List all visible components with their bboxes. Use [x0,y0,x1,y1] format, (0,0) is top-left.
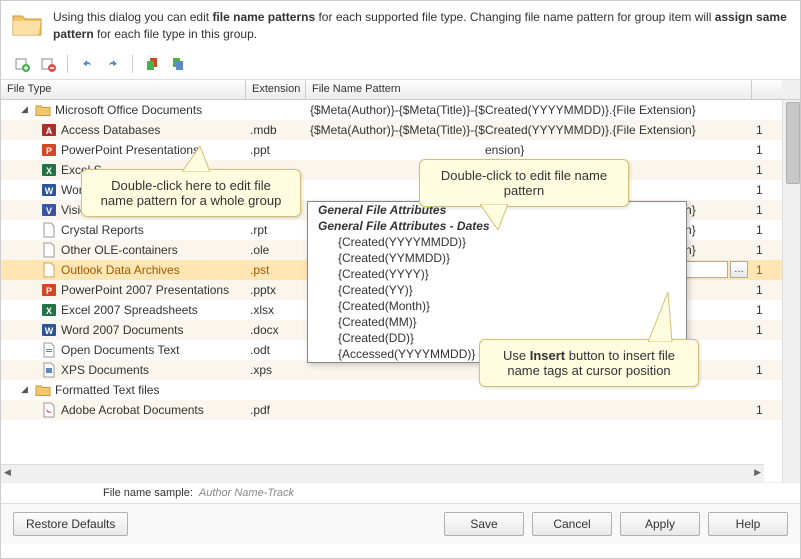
tooltip-insert-button: Use Insert button to insert file name ta… [479,339,699,387]
toolbar-import-icon[interactable] [141,53,163,75]
dropdown-item[interactable]: {Created(YYYYMMDD)} [308,234,686,250]
svg-text:X: X [46,166,52,176]
vertical-scrollbar[interactable] [782,100,800,482]
tooltip-group-edit: Double-click here to edit file name patt… [81,169,301,217]
access-icon: A [41,122,57,138]
horizontal-scrollbar[interactable] [1,464,764,482]
expand-icon[interactable]: ◢ [21,384,31,395]
toolbar-redo-icon[interactable] [102,53,124,75]
apply-button[interactable]: Apply [620,512,700,536]
svg-text:A: A [46,126,53,136]
dropdown-item[interactable]: {Created(YYMMDD)} [308,250,686,266]
dropdown-item[interactable]: {Created(MM)} [308,314,686,330]
help-button[interactable]: Help [708,512,788,536]
powerpoint-icon: P [41,142,57,158]
column-pattern[interactable]: File Name Pattern [306,80,752,99]
dialog-header: Using this dialog you can edit file name… [1,1,800,49]
toolbar-export-icon[interactable] [167,53,189,75]
word-icon: W [41,182,57,198]
word-icon: W [41,322,57,338]
file-name-sample: File name sample: Author Name-Track [1,482,800,503]
svg-text:W: W [45,326,54,336]
save-button[interactable]: Save [444,512,524,536]
svg-text:P: P [46,286,52,296]
file-icon [41,222,57,238]
dropdown-item[interactable]: {Created(YY)} [308,282,686,298]
dropdown-item[interactable]: {Created(YYYY)} [308,266,686,282]
svg-text:X: X [46,306,52,316]
cancel-button[interactable]: Cancel [532,512,612,536]
pattern-insert-button[interactable]: … [730,261,748,278]
powerpoint-icon: P [41,282,57,298]
table-row[interactable]: Adobe Acrobat Documents .pdf 1 [1,400,782,420]
button-bar: Restore Defaults Save Cancel Apply Help [1,503,800,544]
column-filetype[interactable]: File Type [1,80,246,99]
svg-text:V: V [46,206,52,216]
svg-text:P: P [46,146,52,156]
group-row-office[interactable]: ◢Microsoft Office Documents {$Meta(Autho… [1,100,782,120]
tooltip-pattern-edit: Double-click to edit file name pattern [419,159,629,207]
file-icon [41,262,57,278]
toolbar-remove-icon[interactable] [37,53,59,75]
folder-icon [35,102,51,118]
folder-icon [35,382,51,398]
visio-icon: V [41,202,57,218]
toolbar [1,49,800,80]
table-row[interactable]: AAccess Databases .mdb {$Meta(Author)}-{… [1,120,782,140]
odt-icon [41,342,57,358]
column-headers: File Type Extension File Name Pattern [1,80,800,100]
excel-icon: X [41,302,57,318]
restore-defaults-button[interactable]: Restore Defaults [13,512,128,536]
excel-icon: X [41,162,57,178]
column-extension[interactable]: Extension [246,80,306,99]
file-icon [41,242,57,258]
column-count[interactable] [752,80,782,99]
toolbar-add-icon[interactable] [11,53,33,75]
xps-icon [41,362,57,378]
expand-icon[interactable]: ◢ [21,104,31,115]
dialog-description: Using this dialog you can edit file name… [53,9,790,43]
toolbar-undo-icon[interactable] [76,53,98,75]
folder-large-icon [11,9,43,41]
svg-text:W: W [45,186,54,196]
dropdown-item[interactable]: {Created(Month)} [308,298,686,314]
pdf-icon [41,402,57,418]
table-row[interactable]: PPowerPoint Presentations .ppt {$Meta(Au… [1,140,782,160]
